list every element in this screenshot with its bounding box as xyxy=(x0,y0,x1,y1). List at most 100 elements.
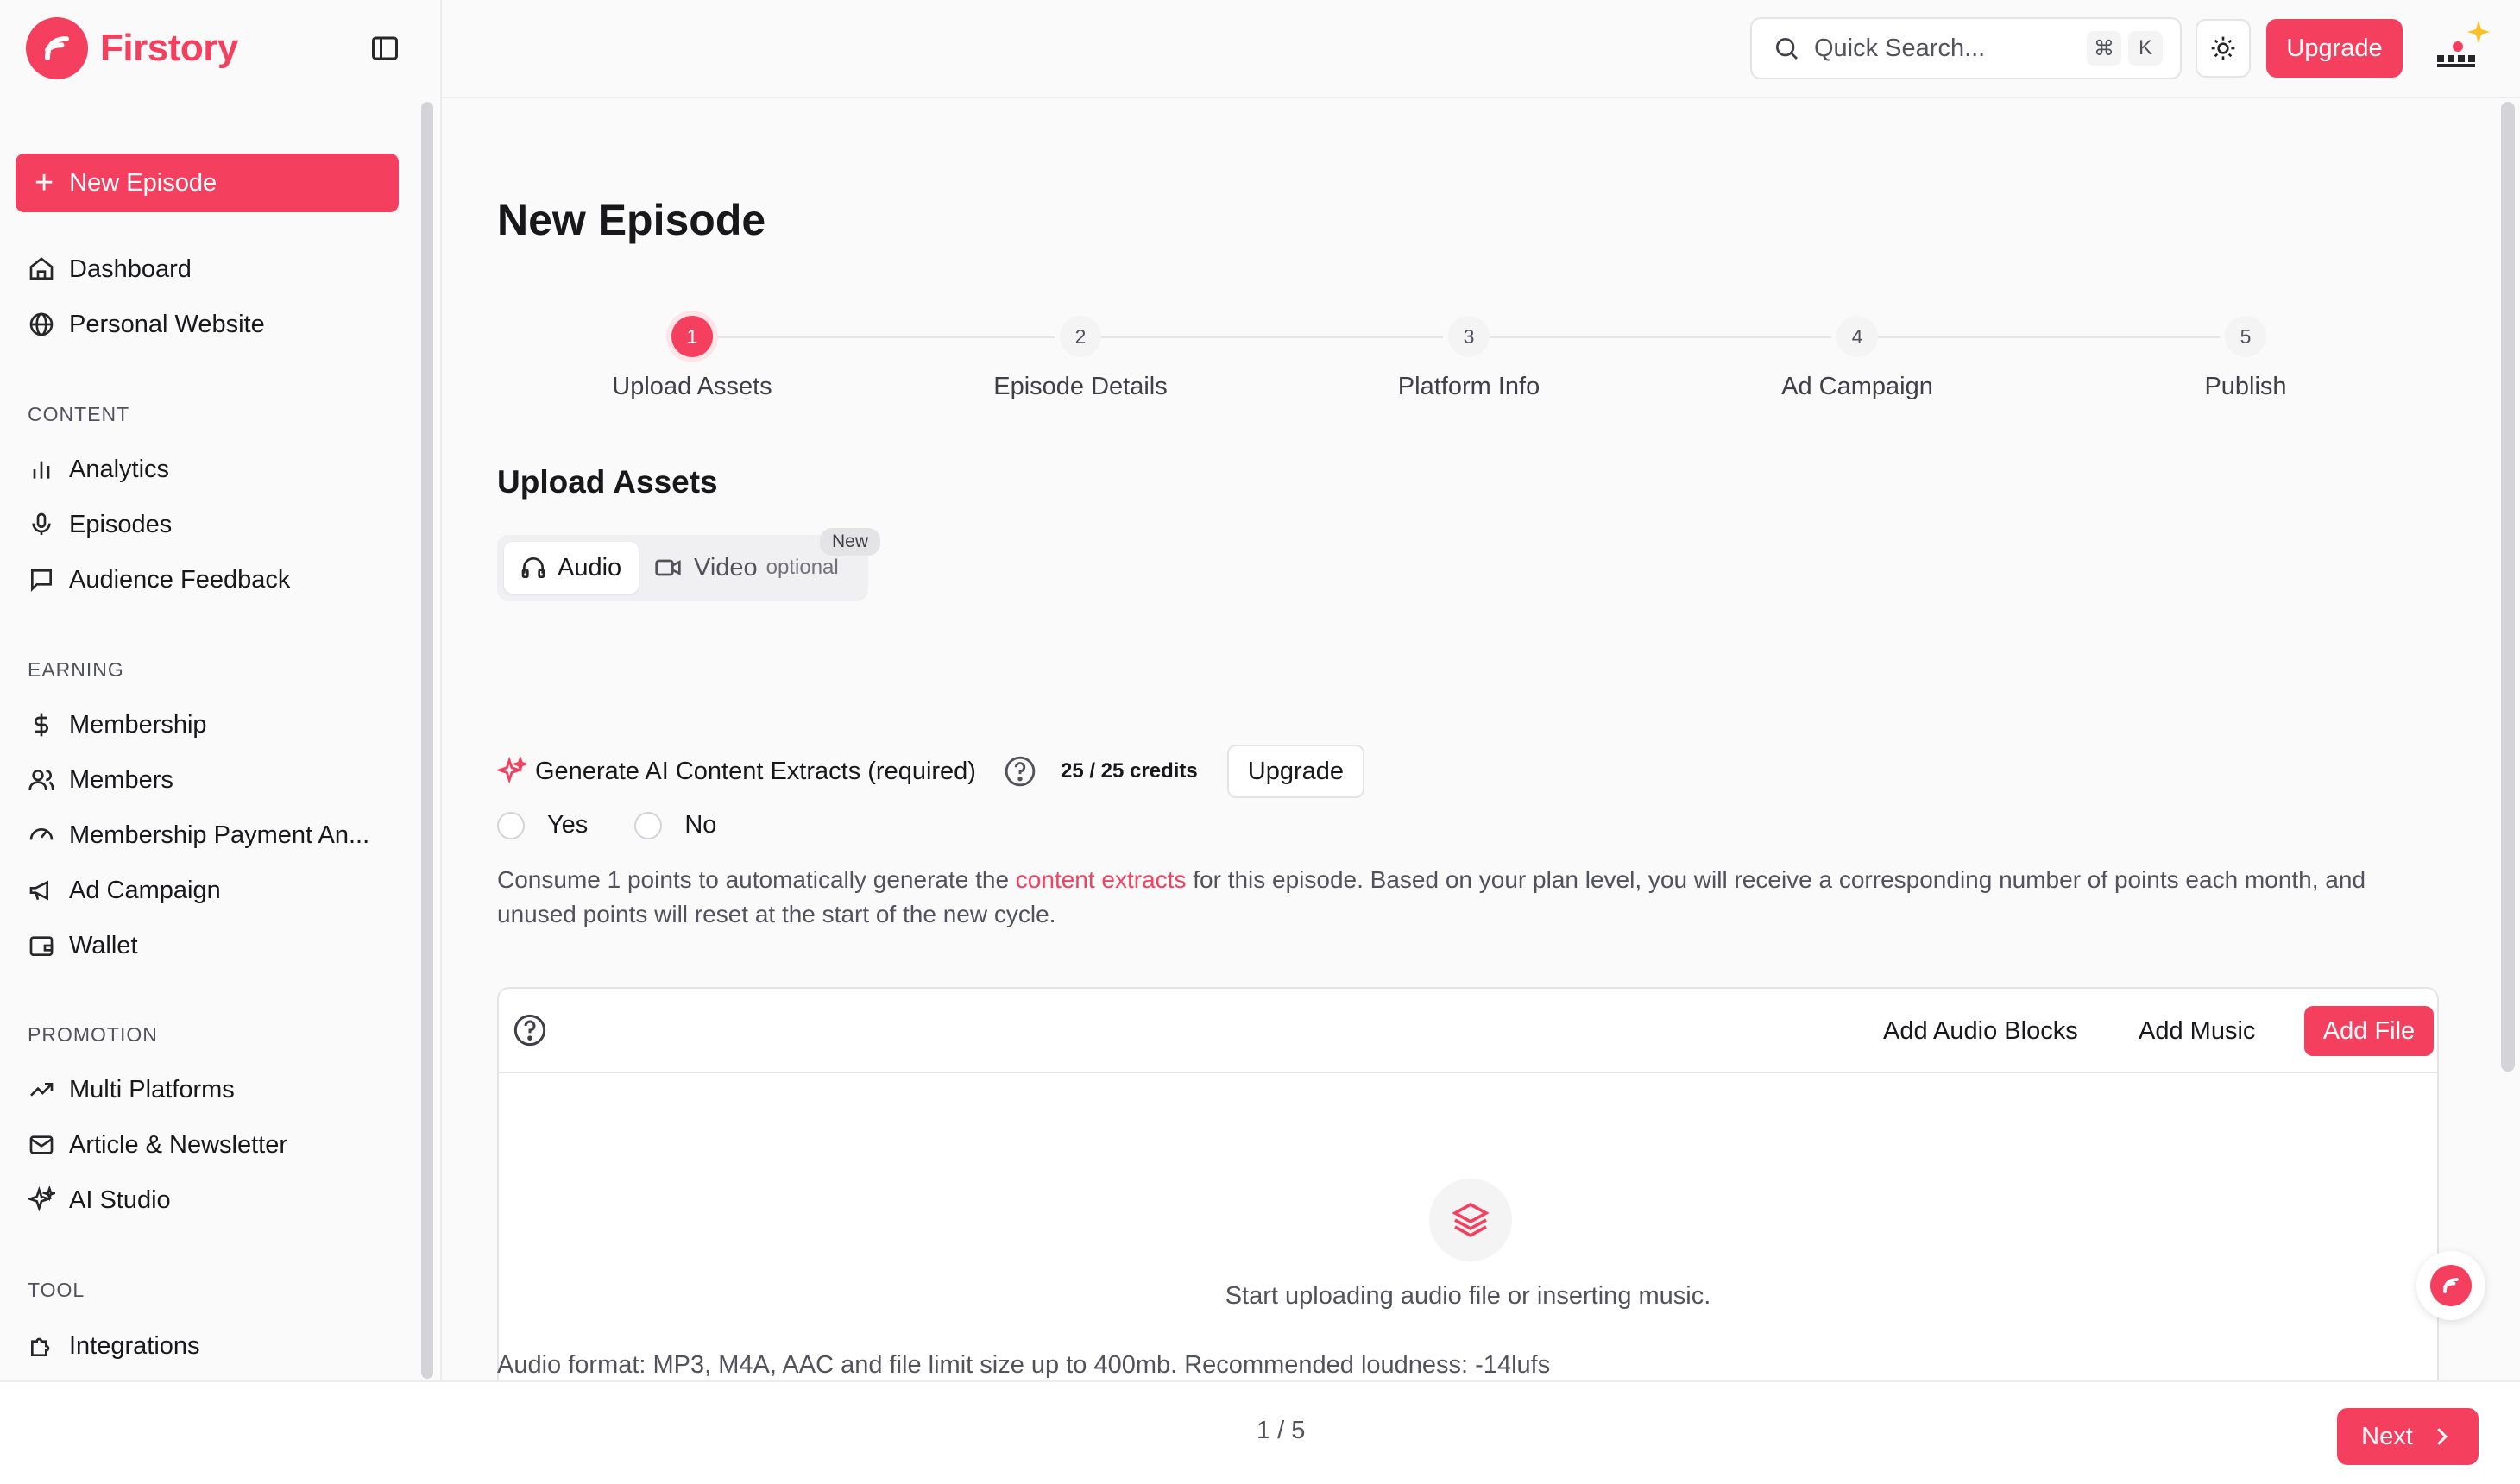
radio-no[interactable] xyxy=(634,811,663,839)
section-label-tool: TOOL xyxy=(28,1279,85,1301)
sun-icon xyxy=(2211,36,2235,60)
top-bar: Quick Search... ⌘ K Upgrade xyxy=(442,0,2520,98)
wizard-footer: 1 / 5 Next xyxy=(0,1380,2520,1484)
sidebar-item-audience-feedback[interactable]: Audience Feedback xyxy=(28,558,290,601)
sidebar-item-membership-payment[interactable]: Membership Payment An... xyxy=(28,814,369,857)
tab-audio[interactable]: Audio xyxy=(504,542,639,594)
trending-up-icon xyxy=(30,1083,54,1097)
firstory-logo-icon xyxy=(26,17,88,79)
tab-video[interactable]: Video optional xyxy=(654,542,839,594)
gauge-icon xyxy=(29,828,54,840)
radio-yes[interactable] xyxy=(497,811,525,839)
sidebar-scrollbar[interactable] xyxy=(421,102,433,1379)
section-label-promotion: PROMOTION xyxy=(28,1023,158,1046)
stepper: 1 Upload Assets 2 Episode Details 3 Plat… xyxy=(497,305,2430,409)
users-icon xyxy=(28,770,54,791)
brand-logo[interactable]: Firstory xyxy=(26,16,238,81)
step-platform-info[interactable]: 3 Platform Info xyxy=(1339,305,1598,401)
sidebar-item-members[interactable]: Members xyxy=(28,758,173,802)
credits-upgrade-button[interactable]: Upgrade xyxy=(1226,745,1364,798)
main-content: New Episode 1 Upload Assets 2 Episode De… xyxy=(442,98,2496,1424)
k-key-hint: K xyxy=(2128,31,2163,66)
sidebar-item-analytics[interactable]: Analytics xyxy=(28,448,169,491)
support-chat-button[interactable] xyxy=(2416,1251,2485,1320)
megaphone-icon xyxy=(29,880,48,901)
audio-format-note: Audio format: MP3, M4A, AAC and file lim… xyxy=(497,1351,1551,1379)
section-label-content: CONTENT xyxy=(28,403,130,425)
video-camera-icon xyxy=(655,559,681,576)
step-label: Upload Assets xyxy=(612,373,772,400)
radio-no-label: No xyxy=(684,811,717,839)
sidebar-item-ai-studio[interactable]: AI Studio xyxy=(28,1179,171,1222)
ai-extracts-row: Generate AI Content Extracts (required) … xyxy=(497,744,1364,799)
quick-search-input[interactable]: Quick Search... ⌘ K xyxy=(1750,17,2182,79)
headphones-icon xyxy=(521,557,545,578)
dollar-icon xyxy=(35,713,48,737)
sidebar-item-dashboard[interactable]: Dashboard xyxy=(28,248,192,291)
plus-icon: + xyxy=(35,165,54,201)
search-icon xyxy=(1776,38,1798,60)
sidebar-item-ad-campaign[interactable]: Ad Campaign xyxy=(28,869,221,912)
sidebar-toggle-icon[interactable] xyxy=(369,33,400,64)
step-label: Publish xyxy=(2204,373,2287,400)
sidebar-item-membership[interactable]: Membership xyxy=(28,703,207,746)
upgrade-button[interactable]: Upgrade xyxy=(2266,19,2403,78)
bar-chart-icon xyxy=(33,461,50,479)
content-extracts-link[interactable]: content extracts xyxy=(1016,866,1187,893)
sidebar-item-episodes[interactable]: Episodes xyxy=(28,503,172,546)
sparkles-icon xyxy=(497,757,526,784)
sidebar-item-article-newsletter[interactable]: Article & Newsletter xyxy=(28,1123,287,1166)
step-pager: 1 / 5 xyxy=(1257,1417,1306,1444)
layers-icon xyxy=(1429,1179,1512,1261)
add-file-button[interactable]: Add File xyxy=(2304,1006,2434,1056)
step-number: 4 xyxy=(1836,316,1878,357)
section-label-earning: EARNING xyxy=(28,658,124,681)
sidebar: Firstory + New Episode Dashboard Persona… xyxy=(0,0,442,1380)
step-number: 5 xyxy=(2225,316,2266,357)
step-publish[interactable]: 5 Publish xyxy=(2116,305,2375,401)
step-label: Ad Campaign xyxy=(1781,373,1933,400)
upload-empty-text: Start uploading audio file or inserting … xyxy=(1225,1282,1711,1310)
help-circle-icon[interactable] xyxy=(513,1013,547,1047)
brand-name: Firstory xyxy=(100,27,238,69)
sidebar-item-integrations[interactable]: Integrations xyxy=(28,1324,200,1368)
message-square-icon xyxy=(31,569,52,592)
mail-icon xyxy=(29,1135,54,1154)
cmd-key-hint: ⌘ xyxy=(2087,31,2121,66)
media-type-tabs: Audio Video optional New xyxy=(497,528,881,601)
add-audio-blocks-button[interactable]: Add Audio Blocks xyxy=(1883,1006,2078,1056)
puzzle-icon xyxy=(31,1337,50,1356)
sidebar-item-personal-website[interactable]: Personal Website xyxy=(28,303,265,346)
ai-extracts-label: Generate AI Content Extracts (required) xyxy=(535,757,976,785)
new-episode-button[interactable]: + New Episode xyxy=(16,154,399,212)
help-circle-icon[interactable] xyxy=(1004,755,1036,788)
wallet-icon xyxy=(29,936,54,956)
step-number: 1 xyxy=(671,316,713,357)
main-scrollbar[interactable] xyxy=(2501,102,2515,1072)
firstory-logo-icon xyxy=(2430,1265,2472,1306)
ai-extracts-description: Consume 1 points to automatically genera… xyxy=(497,866,2366,928)
sidebar-item-wallet[interactable]: Wallet xyxy=(28,924,138,967)
globe-icon xyxy=(29,312,54,336)
add-music-button[interactable]: Add Music xyxy=(2139,1006,2255,1056)
step-label: Platform Info xyxy=(1397,373,1540,400)
section-title: Upload Assets xyxy=(497,464,718,500)
page-title: New Episode xyxy=(497,196,766,244)
upload-panel-header: Add Audio Blocks Add Music Add File xyxy=(499,989,2437,1073)
sidebar-item-multi-platforms[interactable]: Multi Platforms xyxy=(28,1068,235,1111)
step-ad-campaign[interactable]: 4 Ad Campaign xyxy=(1728,305,1987,401)
sparkles-icon xyxy=(28,1186,55,1212)
radio-yes-label: Yes xyxy=(547,811,589,839)
microphone-icon xyxy=(32,512,51,535)
step-episode-details[interactable]: 2 Episode Details xyxy=(951,305,1210,401)
ai-extracts-radio-group: Yes No xyxy=(497,811,716,839)
step-number: 2 xyxy=(1060,316,1101,357)
home-icon xyxy=(29,257,54,280)
next-button[interactable]: Next xyxy=(2337,1408,2479,1465)
new-badge: New xyxy=(820,528,881,556)
chevron-right-icon xyxy=(2437,1428,2448,1445)
avatar[interactable] xyxy=(2427,17,2496,83)
theme-toggle-button[interactable] xyxy=(2196,19,2251,78)
step-upload-assets[interactable]: 1 Upload Assets xyxy=(563,305,822,401)
step-number: 3 xyxy=(1448,316,1490,357)
